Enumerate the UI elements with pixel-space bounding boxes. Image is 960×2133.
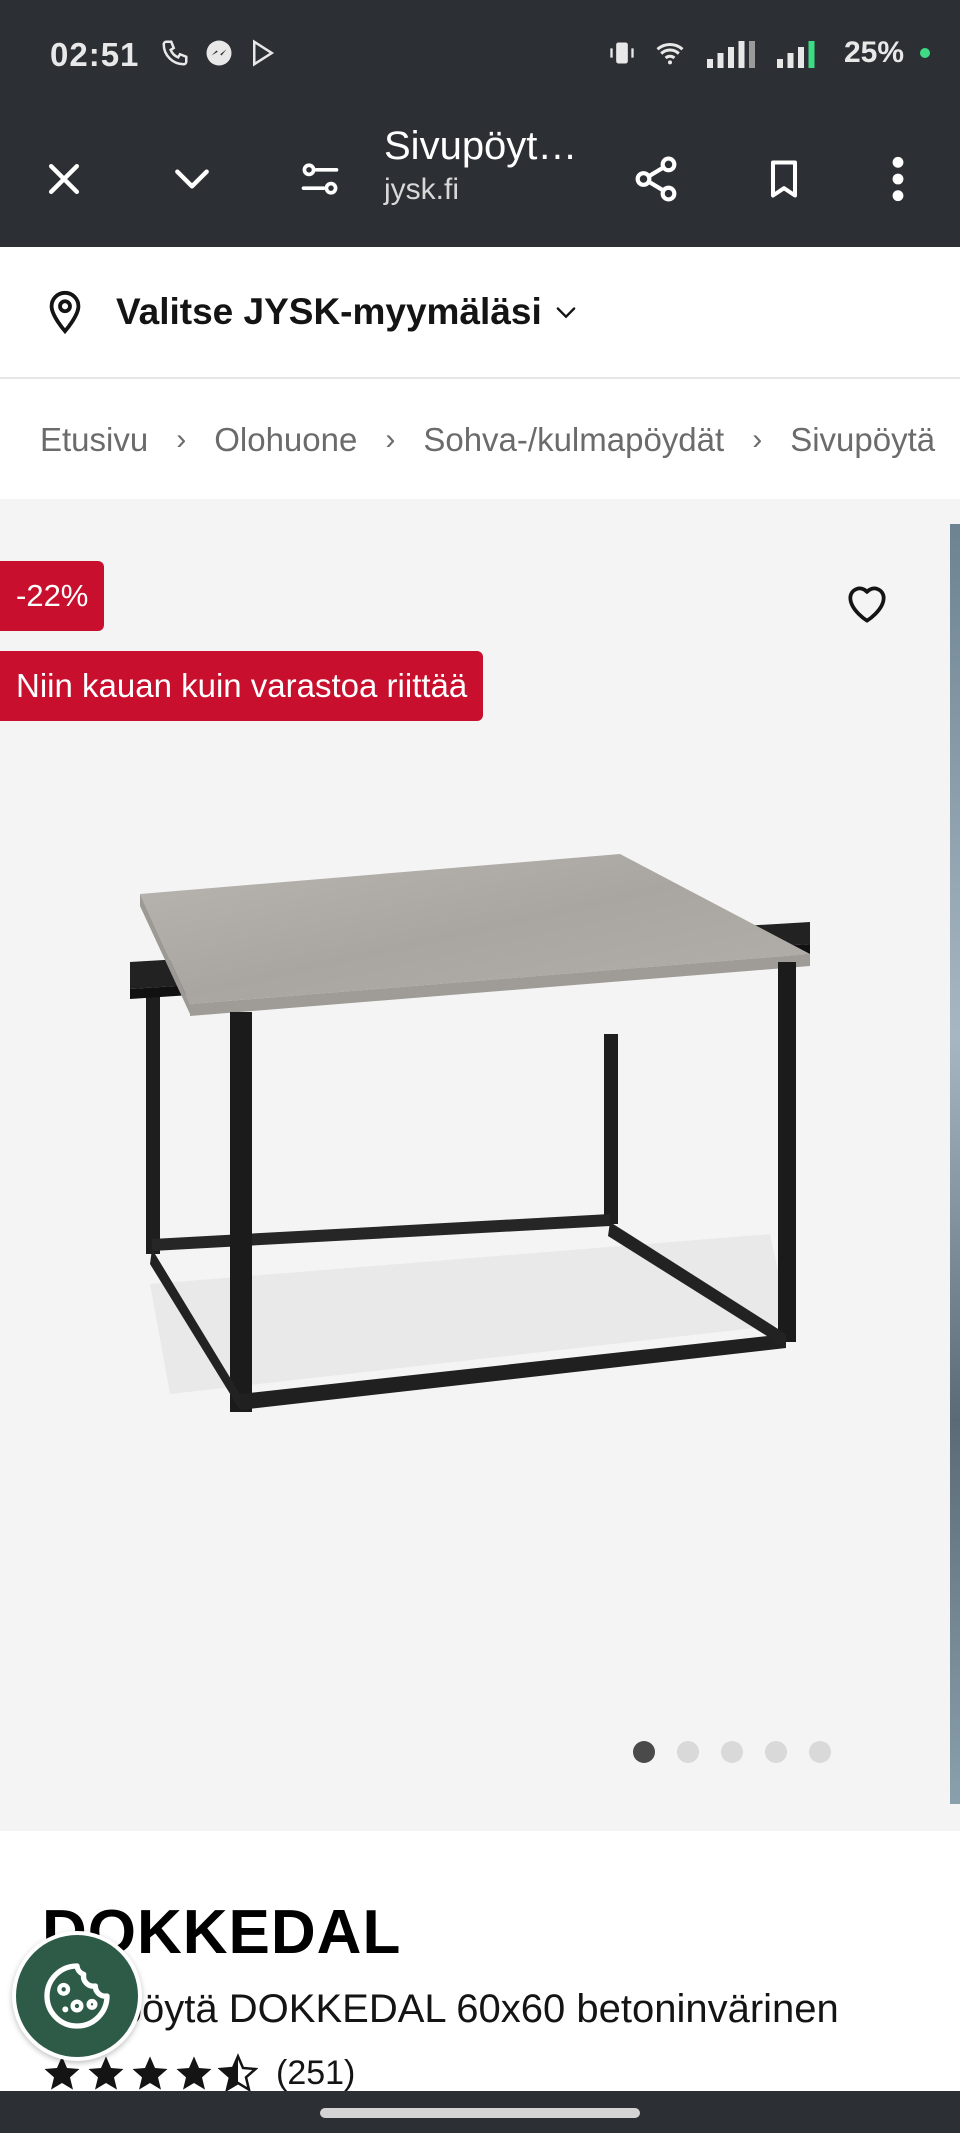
star-half-icon <box>218 2053 258 2093</box>
heart-icon <box>848 586 886 623</box>
home-gesture-handle[interactable] <box>320 2108 640 2118</box>
page-title-block[interactable]: Sivupöyt… jysk.fi <box>384 124 604 207</box>
breadcrumb: Etusivu › Olohuone › Sohva-/kulmapöydät … <box>0 381 960 499</box>
status-bar: 02:51 25% <box>0 0 960 110</box>
signal-icon <box>706 41 755 68</box>
more-vert-icon <box>892 156 904 201</box>
gallery-dot[interactable] <box>721 1741 743 1763</box>
cookie-settings-button[interactable] <box>12 1931 142 2061</box>
star-icon <box>132 2056 168 2090</box>
signal-2-icon <box>776 41 815 68</box>
bookmark-button[interactable] <box>744 110 824 247</box>
play-store-icon <box>253 39 275 67</box>
site-settings-button[interactable] <box>280 110 360 247</box>
vibrate-icon <box>610 42 634 64</box>
chevron-down-icon <box>556 307 576 319</box>
store-selector[interactable]: Valitse JYSK-myymäläsi <box>0 247 960 379</box>
custom-tab-toolbar: Sivupöyt… jysk.fi <box>0 110 960 247</box>
breadcrumb-separator-icon: › <box>752 423 763 456</box>
gallery-dot[interactable] <box>633 1741 655 1763</box>
status-right: 25% <box>608 36 930 70</box>
close-icon <box>48 163 80 194</box>
tune-icon <box>301 162 339 195</box>
gallery-pagination <box>633 1741 831 1763</box>
product-gallery[interactable]: -22% Niin kauan kuin varastoa riittää <box>0 499 960 1831</box>
breadcrumb-separator-icon: › <box>176 423 187 456</box>
close-button[interactable] <box>24 110 104 247</box>
status-left-icons <box>160 38 278 68</box>
breadcrumb-item-home[interactable]: Etusivu <box>40 421 148 459</box>
breadcrumb-separator-icon: › <box>385 423 396 456</box>
chevron-down-icon <box>175 168 209 189</box>
gallery-dot[interactable] <box>809 1741 831 1763</box>
bookmark-icon <box>770 159 798 198</box>
stock-badge: Niin kauan kuin varastoa riittää <box>0 651 484 721</box>
share-icon <box>635 156 677 202</box>
status-time: 02:51 <box>50 36 140 73</box>
privacy-indicator <box>920 48 930 58</box>
product-name: Sivupöytä DOKKEDAL 60x60 betoninvärinen <box>42 1987 839 2031</box>
next-image-peek <box>950 524 960 1804</box>
more-options-button[interactable] <box>858 110 938 247</box>
share-button[interactable] <box>616 110 696 247</box>
page-title: Sivupöyt… <box>384 124 578 168</box>
favorite-button[interactable] <box>842 579 892 629</box>
page-domain: jysk.fi <box>384 173 459 206</box>
store-selector-label: Valitse JYSK-myymäläsi <box>116 291 542 332</box>
phone-call-icon <box>162 40 188 66</box>
gallery-dot[interactable] <box>677 1741 699 1763</box>
wifi-icon <box>656 42 684 65</box>
cookie-icon <box>44 1963 110 2029</box>
star-icon <box>176 2056 212 2090</box>
location-pin-icon <box>49 290 81 335</box>
breadcrumb-item-side-tables[interactable]: Sivupöytä <box>790 421 935 459</box>
product-info: DOKKEDAL Sivupöytä DOKKEDAL 60x60 betoni… <box>0 1831 960 2093</box>
breadcrumb-item-living-room[interactable]: Olohuone <box>214 421 357 459</box>
discount-badge: -22% <box>0 561 105 631</box>
battery-percent: 25% <box>843 36 904 69</box>
system-navigation-bar <box>0 2091 960 2133</box>
minimize-button[interactable] <box>152 110 232 247</box>
gallery-dot[interactable] <box>765 1741 787 1763</box>
review-count: (251) <box>276 2053 356 2092</box>
breadcrumb-item-tables[interactable]: Sohva-/kulmapöydät <box>423 421 724 459</box>
messenger-icon <box>206 40 232 66</box>
product-image <box>130 854 810 1412</box>
